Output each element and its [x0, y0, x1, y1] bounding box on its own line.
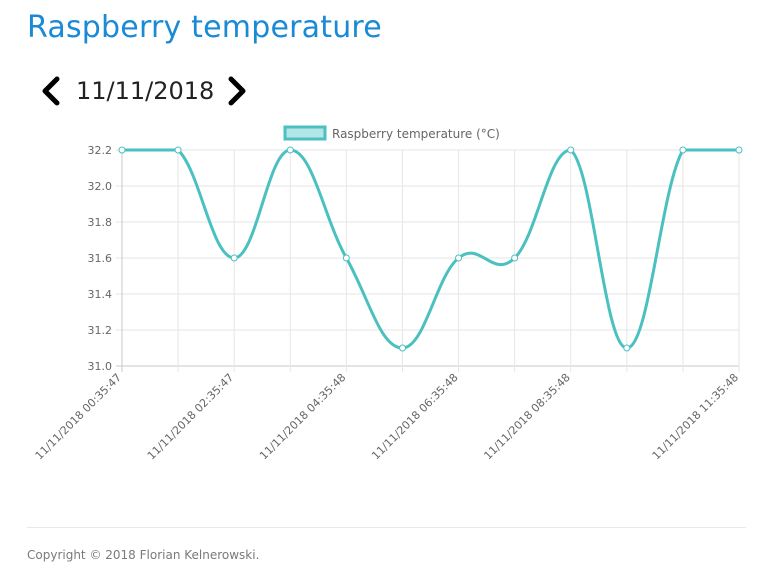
chevron-right-icon [228, 76, 246, 106]
x-tick-label: 11/11/2018 06:35:48 [369, 371, 460, 462]
y-tick-label: 31.8 [88, 216, 113, 229]
x-tick-label: 11/11/2018 04:35:48 [257, 371, 348, 462]
data-point [679, 146, 687, 154]
date-navigation: 11/11/2018 [38, 73, 250, 109]
x-tick-label: 11/11/2018 02:35:47 [145, 371, 236, 462]
data-point [511, 254, 519, 262]
y-tick-label: 32.2 [88, 144, 113, 157]
y-tick-label: 31.6 [88, 252, 113, 265]
legend-swatch [283, 125, 327, 141]
temperature-chart: 32.2 32.0 31.8 31.6 31.4 31.2 31.0 11/11/2018 0… [0, 118, 771, 478]
previous-day-button[interactable] [38, 75, 64, 107]
data-point [174, 146, 182, 154]
series-line [121, 148, 739, 350]
data-point [230, 254, 238, 262]
copyright-text: Copyright © 2018 Florian Kelnerowski. [27, 548, 260, 562]
x-tick-label: 11/11/2018 08:35:48 [481, 371, 572, 462]
page-title: Raspberry temperature [27, 10, 382, 45]
chevron-left-icon [42, 76, 60, 106]
y-tick-label: 31.2 [88, 324, 113, 337]
data-point [342, 254, 350, 262]
data-point [398, 344, 406, 352]
data-point [567, 146, 575, 154]
current-date: 11/11/2018 [76, 77, 215, 105]
data-point [118, 146, 126, 154]
footer-divider [27, 527, 746, 528]
next-day-button[interactable] [224, 75, 250, 107]
data-point [623, 344, 631, 352]
x-tick-label: 11/11/2018 11:35:48 [650, 371, 741, 462]
y-tick-label: 31.0 [88, 360, 113, 373]
chart-canvas: 32.232.031.831.631.431.231.011/11/2018 0… [33, 125, 743, 462]
x-tick-label: 11/11/2018 00:35:47 [33, 371, 124, 462]
legend-label: Raspberry temperature (°C) [332, 127, 500, 141]
data-point [735, 146, 743, 154]
y-tick-label: 32.0 [88, 180, 113, 193]
y-tick-label: 31.4 [88, 288, 113, 301]
data-point [286, 146, 294, 154]
data-point [455, 254, 463, 262]
